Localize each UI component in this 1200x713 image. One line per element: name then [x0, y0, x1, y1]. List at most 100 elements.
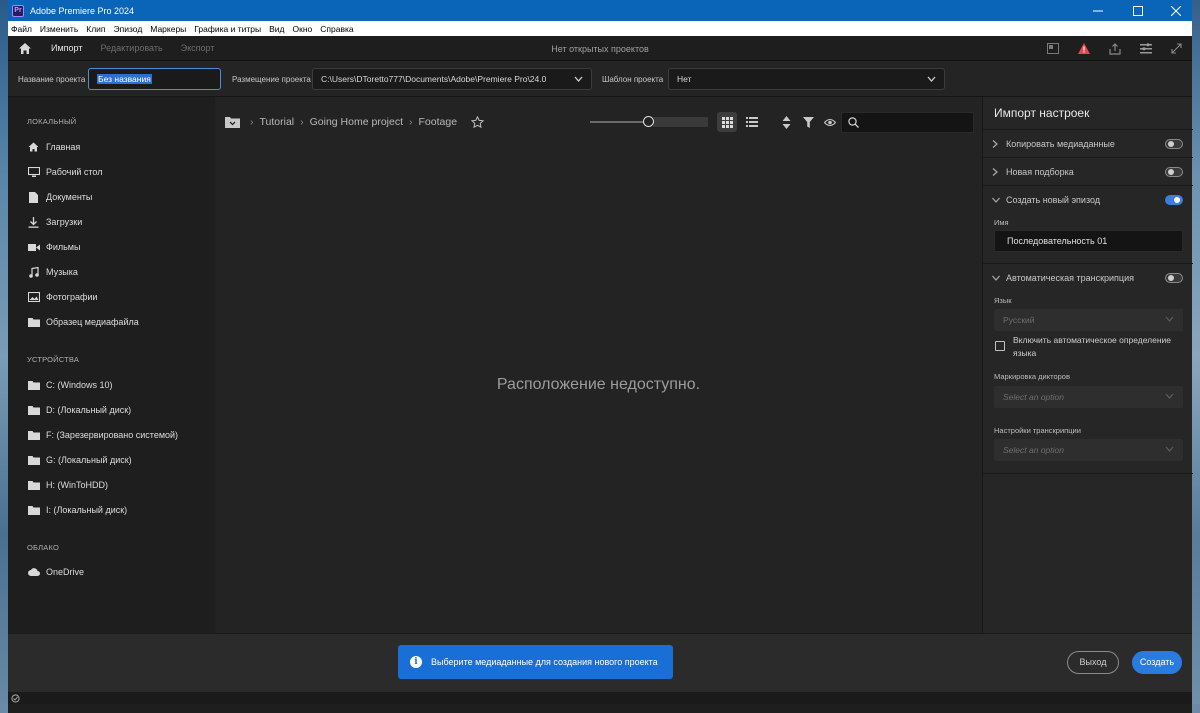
auto-transcribe-row[interactable]: Автоматическая транскрипция — [983, 263, 1193, 291]
sidebar-item-label: G: (Локальный диск) — [46, 455, 132, 465]
sidebar-item-drive-g[interactable]: G: (Локальный диск) — [27, 452, 132, 468]
list-view-button[interactable] — [742, 112, 762, 132]
sidebar-item-label: H: (WinToHDD) — [46, 480, 108, 490]
background-tasks-icon[interactable] — [11, 694, 20, 703]
new-bin-toggle[interactable] — [1165, 166, 1183, 177]
system-compatibility-button[interactable] — [1068, 36, 1099, 61]
project-location-value: C:\Users\DToretto777\Documents\Adobe\Pre… — [321, 74, 547, 84]
grid-view-button[interactable] — [717, 112, 737, 132]
new-sequence-toggle[interactable] — [1165, 194, 1183, 205]
home-icon — [19, 42, 31, 54]
desktop-background-right — [1192, 0, 1200, 713]
sidebar-item-label: Загрузки — [46, 217, 83, 227]
sidebar-item-music[interactable]: Музыка — [27, 264, 78, 280]
filter-icon — [802, 116, 814, 128]
menu-sequence[interactable]: Эпизод — [114, 24, 143, 34]
search-input[interactable] — [841, 112, 974, 133]
create-button[interactable]: Создать — [1132, 651, 1182, 674]
project-location-label: Размещение проекта — [232, 75, 311, 84]
tab-export[interactable]: Экспорт — [172, 36, 224, 61]
home-button[interactable] — [8, 36, 42, 61]
folder-icon — [27, 454, 40, 467]
sidebar-item-label: OneDrive — [46, 567, 85, 577]
maximize-button[interactable] — [1118, 0, 1158, 21]
menu-clip[interactable]: Клип — [86, 24, 105, 34]
thumbnail-size-slider[interactable] — [590, 116, 708, 127]
view-options-button[interactable] — [820, 112, 840, 132]
speaker-labeling-select[interactable]: Select an option — [994, 386, 1183, 408]
copy-media-row[interactable]: Копировать медиаданные — [983, 129, 1193, 157]
sidebar-item-drive-i[interactable]: I: (Локальный диск) — [27, 502, 127, 518]
exit-button[interactable]: Выход — [1067, 651, 1119, 674]
sort-button[interactable] — [776, 112, 796, 132]
breadcrumb-item[interactable]: Footage — [419, 116, 458, 128]
sort-icon — [782, 115, 790, 129]
new-bin-row[interactable]: Новая подборка — [983, 157, 1193, 185]
menu-graphics[interactable]: Графика и титры — [194, 24, 261, 34]
breadcrumb-item[interactable]: Tutorial — [260, 116, 295, 128]
project-name-value: Без названия — [97, 74, 152, 84]
new-bin-label: Новая подборка — [1006, 166, 1074, 177]
menu-window[interactable]: Окно — [292, 24, 312, 34]
auto-transcribe-toggle[interactable] — [1165, 272, 1183, 283]
tab-import[interactable]: Импорт — [42, 36, 91, 61]
sidebar-item-drive-c[interactable]: C: (Windows 10) — [27, 377, 113, 393]
project-template-value: Нет — [677, 74, 692, 84]
tab-edit[interactable]: Редактировать — [91, 36, 171, 61]
new-sequence-row[interactable]: Создать новый эпизод — [983, 185, 1193, 213]
sidebar-item-home[interactable]: Главная — [27, 139, 80, 155]
sidebar-item-pictures[interactable]: Фотографии — [27, 289, 97, 305]
section-local-header: ЛОКАЛЬНЫЙ — [27, 117, 77, 126]
menu-file[interactable]: Файл — [11, 24, 32, 34]
sidebar-item-label: F: (Зарезервировано системой) — [46, 430, 179, 440]
speaker-labeling-label: Маркировка дикторов — [994, 372, 1070, 381]
project-template-select[interactable]: Нет — [668, 68, 945, 90]
sidebar-item-onedrive[interactable]: OneDrive — [27, 564, 84, 580]
star-icon[interactable] — [471, 116, 485, 128]
sidebar-item-desktop[interactable]: Рабочий стол — [27, 164, 103, 180]
sidebar-item-label: C: (Windows 10) — [46, 380, 113, 390]
filter-button[interactable] — [798, 112, 818, 132]
menu-markers[interactable]: Маркеры — [150, 24, 186, 34]
sidebar-item-label: Фотографии — [46, 292, 98, 302]
minimize-button[interactable] — [1078, 0, 1118, 21]
project-location-select[interactable]: C:\Users\DToretto777\Documents\Adobe\Pre… — [312, 68, 592, 90]
sidebar-item-drive-d[interactable]: D: (Локальный диск) — [27, 402, 131, 418]
project-template-label: Шаблон проекта — [602, 75, 664, 84]
layout-icon — [1046, 43, 1059, 54]
folder-dropdown-icon[interactable] — [225, 116, 240, 128]
sidebar-item-documents[interactable]: Документы — [27, 189, 92, 205]
import-settings-panel: Импорт настроек Копировать медиаданные Н… — [982, 97, 1193, 633]
sequence-name-input[interactable]: Последовательность 01 — [994, 230, 1183, 252]
sidebar-item-drive-h[interactable]: H: (WinToHDD) — [27, 477, 108, 493]
slider-handle[interactable] — [643, 116, 654, 127]
download-icon — [27, 216, 40, 229]
breadcrumb-item[interactable]: Going Home project — [310, 116, 403, 128]
copy-media-toggle[interactable] — [1165, 138, 1183, 149]
new-sequence-label: Создать новый эпизод — [1006, 194, 1101, 205]
chevron-down-icon — [1165, 446, 1174, 452]
sidebar-item-movies[interactable]: Фильмы — [27, 239, 80, 255]
quick-export-button[interactable] — [1099, 36, 1130, 61]
fullscreen-button[interactable] — [1161, 36, 1192, 61]
section-devices-header: УСТРОЙСТВА — [27, 355, 80, 364]
project-name-input[interactable]: Без названия — [88, 68, 221, 90]
transcription-settings-select[interactable]: Select an option — [994, 439, 1183, 461]
workspaces-button[interactable] — [1130, 36, 1161, 61]
auto-detect-language-checkbox[interactable] — [995, 341, 1005, 351]
sidebar-item-label: Документы — [46, 192, 93, 202]
language-select[interactable]: Русский — [994, 309, 1183, 331]
image-icon — [27, 291, 40, 304]
sidebar-item-drive-f[interactable]: F: (Зарезервировано системой) — [27, 427, 178, 443]
sidebar-item-sample-media[interactable]: Образец медиафайла — [27, 314, 139, 330]
status-bar — [8, 691, 1192, 704]
menu-view[interactable]: Вид — [269, 24, 284, 34]
transcription-settings-value: Select an option — [1003, 445, 1064, 455]
sidebar-item-downloads[interactable]: Загрузки — [27, 214, 82, 230]
chevron-right-icon — [992, 167, 1006, 176]
menu-help[interactable]: Справка — [320, 24, 353, 34]
close-button[interactable] — [1156, 0, 1196, 21]
menu-edit[interactable]: Изменить — [40, 24, 78, 34]
document-icon — [27, 191, 40, 204]
workspace-layout-button[interactable] — [1037, 36, 1068, 61]
